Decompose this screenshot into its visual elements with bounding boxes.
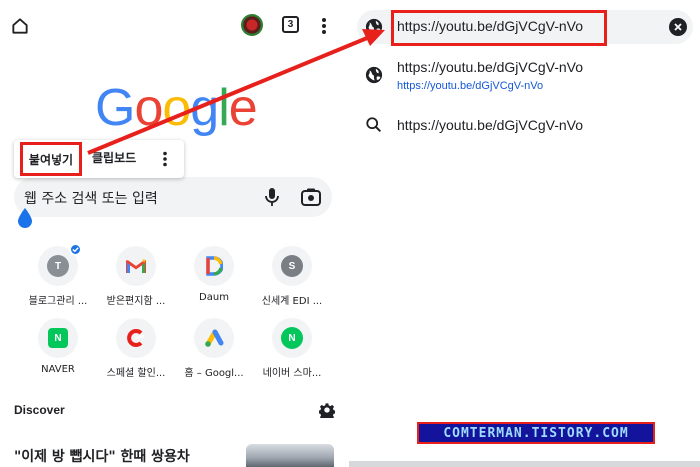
- gmail-icon: [116, 246, 156, 286]
- shortcut-tile[interactable]: 홈 – Googl...: [174, 318, 252, 388]
- suggestion-text: https://youtu.be/dGjVCgV-nVo: [397, 59, 584, 75]
- logo-letter-5: e: [228, 79, 258, 137]
- suggestion-url: https://youtu.be/dGjVCgV-nVo: [397, 80, 544, 92]
- tab-switcher-button[interactable]: 3: [282, 16, 299, 33]
- shortcut-label: 신세계 EDI ...: [261, 296, 323, 307]
- logo-letter-1: o: [134, 79, 163, 137]
- shortcut-label: 받은편지함 ...: [106, 296, 166, 307]
- profile-avatar[interactable]: [241, 14, 263, 36]
- cursor-handle-icon[interactable]: [16, 206, 34, 228]
- bottom-divider: [349, 461, 700, 467]
- camera-lens-icon[interactable]: [300, 187, 322, 207]
- shortcut-letter: S: [281, 255, 303, 277]
- shortcut-label: 블로그관리 ...: [28, 296, 88, 307]
- logo-letter-0: G: [95, 79, 135, 137]
- search-placeholder: 웹 주소 검색 또는 입력: [24, 191, 158, 207]
- shortcut-label: Daum: [199, 292, 229, 303]
- new-tab-page: 3 Google 웹 주소 검색 또는 입력 붙여넣기 클립보드 T 블로그관리…: [0, 0, 348, 467]
- suggestion-item[interactable]: https://youtu.be/dGjVCgV-nVo https://you…: [349, 56, 700, 100]
- globe-icon: [365, 66, 383, 84]
- clear-icon[interactable]: [669, 18, 687, 36]
- naver-smartstore-icon: N: [272, 318, 312, 358]
- watermark-label: COMTERMAN.TISTORY.COM: [417, 422, 655, 444]
- clipboard-button[interactable]: 클립보드: [92, 149, 136, 166]
- suggestion-text: https://youtu.be/dGjVCgV-nVo: [397, 117, 584, 133]
- daum-icon: [194, 246, 234, 286]
- paste-popup: 붙여넣기 클립보드: [14, 140, 184, 178]
- shortcut-tile[interactable]: Daum: [174, 246, 252, 316]
- popup-more-icon[interactable]: [160, 149, 170, 169]
- shortcut-tile[interactable]: N NAVER: [18, 318, 96, 388]
- coupang-icon: [116, 318, 156, 358]
- shortcut-tile[interactable]: 받은편지함 ...: [96, 246, 174, 316]
- shortcut-tile[interactable]: T 블로그관리 ...: [18, 243, 96, 316]
- shortcut-label: 홈 – Googl...: [184, 368, 244, 379]
- mic-icon[interactable]: [262, 186, 282, 208]
- gear-icon[interactable]: [318, 402, 336, 421]
- more-menu-icon[interactable]: [316, 14, 332, 38]
- shortcut-letter: N: [281, 327, 303, 349]
- globe-icon: [365, 18, 383, 36]
- shortcut-tile[interactable]: S 신세계 EDI ...: [252, 246, 330, 316]
- paste-label: 붙여넣기: [28, 152, 74, 167]
- discover-heading: Discover: [14, 403, 65, 417]
- shinsegae-icon: S: [272, 246, 312, 286]
- google-ads-icon: [194, 318, 234, 358]
- tab-count: 3: [287, 19, 294, 30]
- sync-badge-icon: [69, 243, 82, 256]
- suggestion-item[interactable]: https://youtu.be/dGjVCgV-nVo: [349, 108, 700, 152]
- search-icon: [365, 116, 383, 134]
- logo-letter-2: o: [162, 79, 191, 137]
- omnibox-suggestions-screen: https://youtu.be/dGjVCgV-nVo https://you…: [349, 0, 700, 467]
- shortcut-label: 네이버 스마...: [262, 368, 322, 379]
- paste-button[interactable]: 붙여넣기: [20, 142, 82, 176]
- omnibox[interactable]: https://youtu.be/dGjVCgV-nVo: [357, 10, 693, 46]
- news-card-thumbnail[interactable]: [246, 444, 334, 467]
- shortcut-letter: T: [47, 255, 69, 277]
- news-card-title[interactable]: "이제 방 뺍시다" 한때 쌍용차: [14, 446, 190, 466]
- logo-letter-4: l: [218, 79, 230, 137]
- search-input[interactable]: 웹 주소 검색 또는 입력: [14, 177, 332, 217]
- home-icon[interactable]: [8, 14, 32, 38]
- naver-icon: N: [38, 318, 78, 358]
- shortcut-label: 스페셜 할인...: [106, 368, 166, 379]
- url-highlight-box: [391, 10, 607, 46]
- shortcut-label: NAVER: [41, 364, 75, 375]
- watermark-text: COMTERMAN.TISTORY.COM: [443, 425, 629, 441]
- shortcut-tile[interactable]: N 네이버 스마...: [252, 318, 330, 388]
- google-logo: Google: [95, 79, 258, 137]
- shortcut-letter: N: [48, 328, 68, 348]
- logo-letter-3: g: [190, 79, 219, 137]
- shortcut-tile[interactable]: 스페셜 할인...: [96, 318, 174, 388]
